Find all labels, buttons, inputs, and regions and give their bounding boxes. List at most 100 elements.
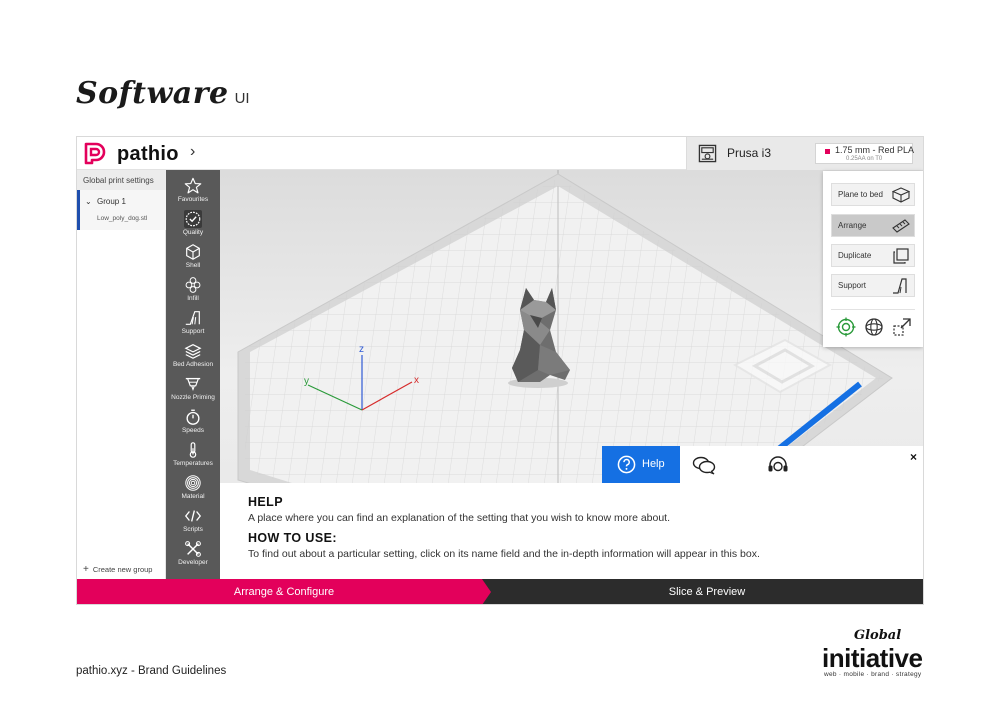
sidebar-item-label: Quality [182,229,204,236]
settings-sidebar: Favourites Quality Shell Infill Support … [166,170,220,579]
thermometer-icon [189,442,197,458]
page-title: Software [76,76,229,111]
sidebar-item-label: Nozzle Priming [171,394,215,401]
logo-tagline: web · mobile · brand · strategy [824,671,922,678]
top-bar: pathio › Prusa i3 1.75 mm - Red PLA 0.25… [77,137,923,170]
sidebar-item-label: Favourites [177,196,209,203]
tab-chat[interactable] [692,446,722,483]
sidebar-item-label: Material [181,493,205,500]
printer-selector[interactable]: Prusa i3 1.75 mm - Red PLA 0.25AA on T0 [686,137,923,170]
sidebar-item-support[interactable]: Support [166,306,220,339]
sidebar-item-label: Developer [178,559,208,566]
object-actions-panel: Plane to bed Arrange Duplicate Support [823,171,923,347]
sidebar-item-material[interactable]: Material [166,471,220,504]
code-icon [184,510,202,522]
sidebar-item-label: Shell [185,262,201,269]
stage-arrange-configure-label[interactable]: Arrange & Configure [77,586,491,598]
global-print-settings[interactable]: Global print settings [77,170,166,190]
logo-top-word: Global [854,628,902,643]
pathio-logo-icon[interactable] [83,141,107,165]
filament-color-swatch [825,149,830,154]
filament-label: 1.75 mm - Red PLA [835,145,915,155]
chevron-down-icon[interactable]: ⌄ [85,197,92,206]
axis-y-label: y [304,376,309,387]
printer-name: Prusa i3 [727,146,772,160]
cube-icon [186,244,200,260]
plane-to-bed-label: Plane to bed [838,190,883,199]
page-heading: Software UI [76,76,250,111]
filament-selector[interactable]: 1.75 mm - Red PLA 0.25AA on T0 [815,143,915,164]
sidebar-item-speeds[interactable]: Speeds [166,405,220,438]
star-icon [184,177,202,194]
chat-bubbles-icon [692,456,716,475]
tab-support[interactable] [767,446,797,483]
scale-icon[interactable] [892,317,912,337]
close-icon[interactable]: × [910,450,917,464]
footer-brand-guidelines: pathio.xyz - Brand Guidelines [76,665,227,677]
duplicate-label: Duplicate [838,251,872,260]
global-initiative-logo: Global initiative web · mobile · brand ·… [822,628,926,684]
sidebar-item-label: Infill [187,295,199,302]
how-to-use-heading: HOW TO USE: [248,531,337,545]
support-button[interactable]: Support [831,274,915,297]
sidebar-item-developer[interactable]: Developer [166,537,220,570]
sidebar-item-label: Bed Adhesion [172,361,214,368]
stage-slice-preview-label[interactable]: Slice & Preview [491,586,923,598]
printer-icon [698,144,717,163]
help-description: A place where you can find an explanatio… [248,512,671,524]
axis-z-label: z [359,344,364,355]
tab-help-label: Help [642,458,665,470]
sidebar-item-nozzle-priming[interactable]: Nozzle Priming [166,372,220,405]
help-heading: HELP [248,495,283,509]
group-item[interactable]: ⌄ Group 1 Low_poly_dog.stl [77,190,166,230]
tools-icon [185,541,201,557]
plane-to-bed-button[interactable]: Plane to bed [831,183,915,206]
sidebar-item-label: Support [181,328,205,335]
duplicate-button[interactable]: Duplicate [831,244,915,267]
model-file[interactable]: Low_poly_dog.stl [97,215,147,222]
support-label: Support [838,281,867,290]
stage-bar: Arrange & Configure Slice & Preview [77,579,923,604]
duplicate-icon [893,248,909,264]
help-panel: HELP A place where you can find an expla… [220,483,923,579]
object-panel: Global print settings ⌄ Group 1 Low_poly… [77,170,166,579]
axis-x-label: x [414,375,419,386]
sidebar-item-shell[interactable]: Shell [166,240,220,273]
hexagon-infill-icon [185,277,201,293]
plus-icon: + [83,564,89,575]
arrange-label: Arrange [838,221,867,230]
page-subtitle: UI [234,90,250,107]
plane-to-bed-icon [892,187,910,203]
sidebar-item-scripts[interactable]: Scripts [166,504,220,537]
sidebar-item-bed-adhesion[interactable]: Bed Adhesion [166,339,220,372]
support-icon [893,278,907,294]
arrange-button[interactable]: Arrange [831,214,915,237]
rotate-sphere-icon[interactable] [864,317,884,337]
create-group-button[interactable]: + Create new group [83,564,152,575]
app-window: pathio › Prusa i3 1.75 mm - Red PLA 0.25… [76,136,924,605]
help-tab-bar: Help × [602,446,923,483]
help-question-icon [617,455,636,474]
chevron-right-icon[interactable]: › [190,143,195,161]
tab-help[interactable]: Help [602,446,680,483]
how-to-use-description: To find out about a particular setting, … [248,548,760,560]
headset-icon [768,456,788,472]
create-group-label: Create new group [92,565,153,574]
support-icon [185,311,200,325]
filament-extruder: 0.25AA on T0 [846,156,883,162]
sidebar-item-infill[interactable]: Infill [166,273,220,306]
sidebar-item-label: Scripts [183,526,203,533]
sidebar-item-quality[interactable]: Quality [166,207,220,240]
nozzle-icon [185,377,201,391]
center-target-icon[interactable] [836,317,856,337]
stopwatch-icon [186,409,200,425]
logo-main-word: initiative [822,643,923,673]
brand-name: pathio [117,143,179,165]
sidebar-item-label: Temperatures [173,460,213,467]
sidebar-item-temperatures[interactable]: Temperatures [166,438,220,471]
sidebar-item-favourites[interactable]: Favourites [166,174,220,207]
group-name: Group 1 [97,197,126,206]
layers-icon [184,344,202,359]
spool-icon [185,475,201,491]
sidebar-item-label: Speeds [181,427,205,434]
